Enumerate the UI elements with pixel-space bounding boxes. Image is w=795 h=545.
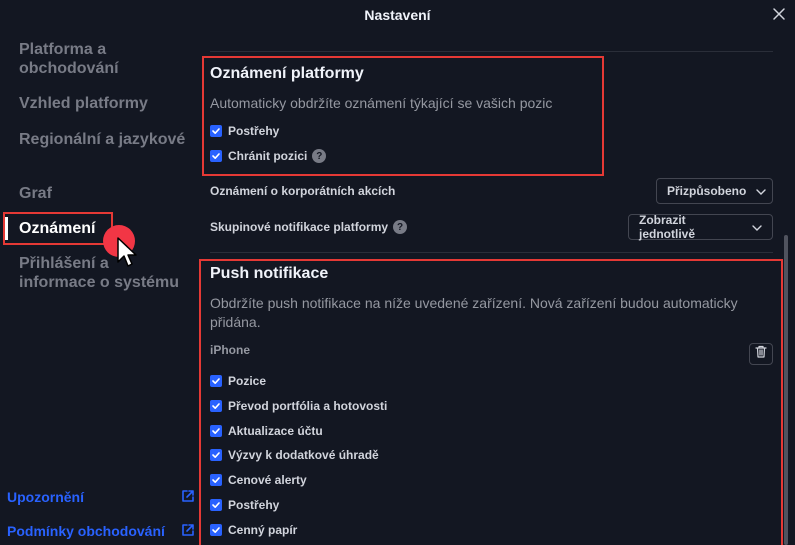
checkbox-checked-icon <box>210 524 222 536</box>
checkbox-push-cenny-papir[interactable]: Cenný papír <box>210 521 297 539</box>
section-description-push: Obdržíte push notifikace na níže uvedené… <box>210 295 738 330</box>
checkbox-label: Převod portfólia a hotovosti <box>228 399 388 413</box>
setting-label-corporate: Oznámení o korporátních akcích <box>210 184 396 198</box>
sidebar-item-regionalni[interactable]: Regionální a jazykové <box>19 130 189 149</box>
group-notifications-select[interactable]: Zobrazit jednotlivě <box>628 213 773 241</box>
checkbox-label: Cenný papír <box>228 523 298 537</box>
footer-link-label: Podmínky obchodování <box>7 523 165 539</box>
checkbox-checked-icon <box>210 375 222 387</box>
checkbox-postrehy[interactable]: Postřehy <box>210 122 279 140</box>
checkbox-push-prevod[interactable]: Převod portfólia a hotovosti <box>210 397 387 415</box>
checkbox-label: Výzvy k dodatkové úhradě <box>228 448 379 462</box>
external-link-icon <box>181 489 195 506</box>
checkbox-checked-icon <box>210 425 222 437</box>
sidebar-item-graf[interactable]: Graf <box>19 184 189 203</box>
checkbox-label: Postřehy <box>228 498 280 512</box>
chevron-down-icon <box>756 184 767 198</box>
checkbox-checked-icon <box>210 125 222 137</box>
select-value: Přizpůsobeno <box>667 184 747 198</box>
content-scrollbar[interactable] <box>784 235 788 545</box>
footer-link-label: Upozornění <box>7 489 84 505</box>
external-link-icon <box>181 523 195 540</box>
settings-sidebar: Platforma a obchodování Vzhled platformy… <box>0 30 195 545</box>
settings-content: Oznámení platformy Automaticky obdržíte … <box>195 30 785 545</box>
section-description-platform: Automaticky obdržíte oznámení týkající s… <box>210 95 553 111</box>
setting-label-text: Skupinové notifikace platformy <box>210 220 389 234</box>
checkbox-push-cenove-alerty[interactable]: Cenové alerty <box>210 471 307 489</box>
trash-icon <box>755 345 767 363</box>
checkbox-label: Cenové alerty <box>228 473 307 487</box>
checkbox-label: Pozice <box>228 374 267 388</box>
help-icon[interactable]: ? <box>393 220 408 234</box>
checkbox-checked-icon <box>210 449 222 461</box>
divider <box>210 252 773 253</box>
checkbox-chranit-pozici[interactable]: Chránit pozici ? <box>210 147 327 165</box>
checkbox-label: Aktualizace účtu <box>228 424 323 438</box>
checkbox-checked-icon <box>210 400 222 412</box>
corporate-actions-select[interactable]: Přizpůsobeno <box>656 178 773 204</box>
divider <box>210 51 773 52</box>
checkbox-push-pozice[interactable]: Pozice <box>210 372 266 390</box>
section-title-platform: Oznámení platformy <box>210 65 364 82</box>
checkbox-push-postrehy[interactable]: Postřehy <box>210 496 279 514</box>
setting-label-group: Skupinové notifikace platformy ? <box>210 220 408 234</box>
checkbox-label: Chránit pozici <box>228 149 308 163</box>
device-name: iPhone <box>210 343 251 357</box>
footer-link-podminky[interactable]: Podmínky obchodování <box>7 523 195 539</box>
footer-link-upozorneni[interactable]: Upozornění <box>7 489 195 505</box>
mouse-pointer-icon <box>116 236 140 275</box>
title-bar: Nastavení <box>0 0 795 30</box>
checkbox-push-vyzvy[interactable]: Výzvy k dodatkové úhradě <box>210 446 379 464</box>
help-icon[interactable]: ? <box>312 149 327 163</box>
sidebar-item-vzhled[interactable]: Vzhled platformy <box>19 94 189 113</box>
checkbox-push-aktualizace[interactable]: Aktualizace účtu <box>210 422 323 440</box>
chevron-down-icon <box>752 220 762 234</box>
close-icon[interactable] <box>771 6 787 22</box>
select-value: Zobrazit jednotlivě <box>639 213 696 241</box>
checkbox-checked-icon <box>210 499 222 511</box>
dialog-title: Nastavení <box>364 7 431 23</box>
sidebar-item-platforma[interactable]: Platforma a obchodování <box>19 40 189 78</box>
checkbox-checked-icon <box>210 150 222 162</box>
delete-device-button[interactable] <box>749 343 773 365</box>
sidebar-item-prihlaseni[interactable]: Přihlášení a informace o systému <box>19 254 189 292</box>
section-title-push: Push notifikace <box>210 265 329 282</box>
checkbox-label: Postřehy <box>228 124 280 138</box>
active-item-indicator <box>5 217 8 240</box>
checkbox-checked-icon <box>210 474 222 486</box>
